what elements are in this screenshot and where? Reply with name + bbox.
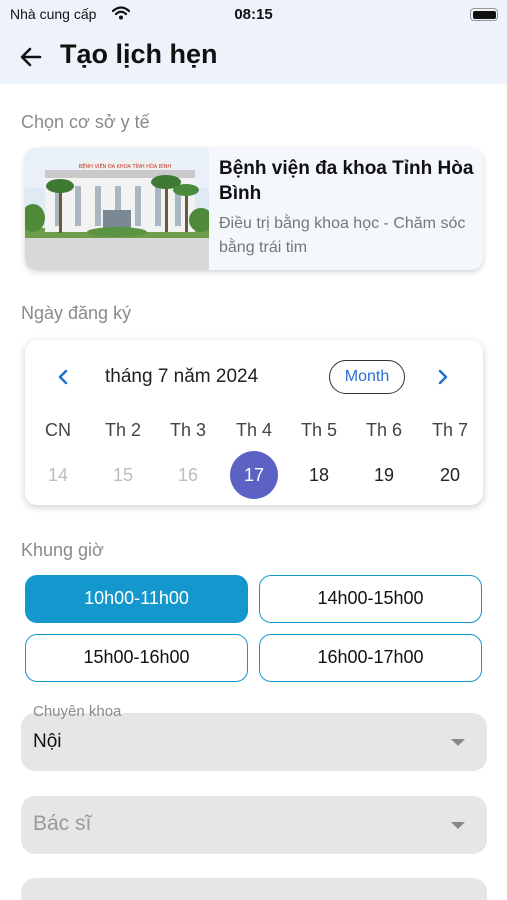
time-slot[interactable]: 16h00-17h00 — [259, 634, 482, 682]
hospital-image: BỆNH VIỆN ĐA KHOA TỈNH HÒA BÌNH — [25, 148, 209, 270]
svg-text:BỆNH VIỆN ĐA KHOA TỈNH HÒA BÌN: BỆNH VIỆN ĐA KHOA TỈNH HÒA BÌNH — [79, 162, 172, 170]
weekday-label: Th 7 — [431, 420, 469, 440]
app-header: Tạo lịch hẹn — [0, 30, 507, 84]
calendar-day[interactable]: 18 — [295, 451, 343, 499]
dropdown-arrow-icon — [451, 739, 465, 746]
calendar-month-title: tháng 7 năm 2024 — [105, 366, 259, 387]
date-section-label: Ngày đăng ký — [21, 303, 132, 323]
calendar-day[interactable]: 15 — [99, 451, 147, 499]
doctor-placeholder: Bác sĩ — [33, 812, 92, 835]
weekday-label: Th 4 — [235, 420, 273, 440]
facility-name: Bệnh viện đa khoa Tỉnh Hòa Bình — [219, 158, 474, 204]
battery-icon — [470, 8, 498, 21]
time-slot[interactable]: 15h00-16h00 — [25, 634, 248, 682]
next-field[interactable] — [21, 878, 487, 900]
dropdown-arrow-icon — [451, 822, 465, 829]
chevron-left-icon[interactable] — [55, 366, 71, 388]
doctor-dropdown[interactable]: Bác sĩ — [21, 796, 487, 854]
calendar-card: tháng 7 năm 2024 Month CN Th 2 Th 3 Th 4… — [25, 340, 483, 505]
weekday-label: Th 3 — [169, 420, 207, 440]
facility-card[interactable]: BỆNH VIỆN ĐA KHOA TỈNH HÒA BÌNH Bệnh việ… — [25, 148, 483, 270]
specialty-label: Chuyên khoa — [33, 703, 122, 720]
calendar-day-selected[interactable]: 17 — [230, 451, 278, 499]
weekday-label: Th 5 — [300, 420, 338, 440]
calendar-day[interactable]: 20 — [426, 451, 474, 499]
calendar-day[interactable]: 14 — [34, 451, 82, 499]
calendar-day[interactable]: 16 — [164, 451, 212, 499]
time-section-label: Khung giờ — [21, 540, 104, 560]
weekday-label: Th 6 — [365, 420, 403, 440]
page-title: Tạo lịch hẹn — [60, 39, 218, 69]
time-slot-selected[interactable]: 10h00-11h00 — [25, 575, 248, 623]
status-time: 08:15 — [234, 6, 273, 23]
weekday-label: CN — [45, 420, 71, 440]
calendar-format-button[interactable]: Month — [329, 360, 405, 394]
weekday-label: Th 2 — [104, 420, 142, 440]
time-slot[interactable]: 14h00-15h00 — [259, 575, 482, 623]
specialty-dropdown[interactable]: Chuyên khoa Nội — [21, 703, 487, 771]
facility-section-label: Chọn cơ sở y tế — [21, 112, 150, 132]
facility-slogan: Điều trị bằng khoa học - Chăm sóc bằng t… — [219, 215, 466, 256]
specialty-value: Nội — [33, 731, 62, 752]
back-arrow-icon[interactable] — [18, 44, 44, 70]
calendar-day[interactable]: 19 — [360, 451, 408, 499]
chevron-right-icon[interactable] — [435, 366, 451, 388]
status-bar: Nhà cung cấp 08:15 — [0, 0, 507, 30]
